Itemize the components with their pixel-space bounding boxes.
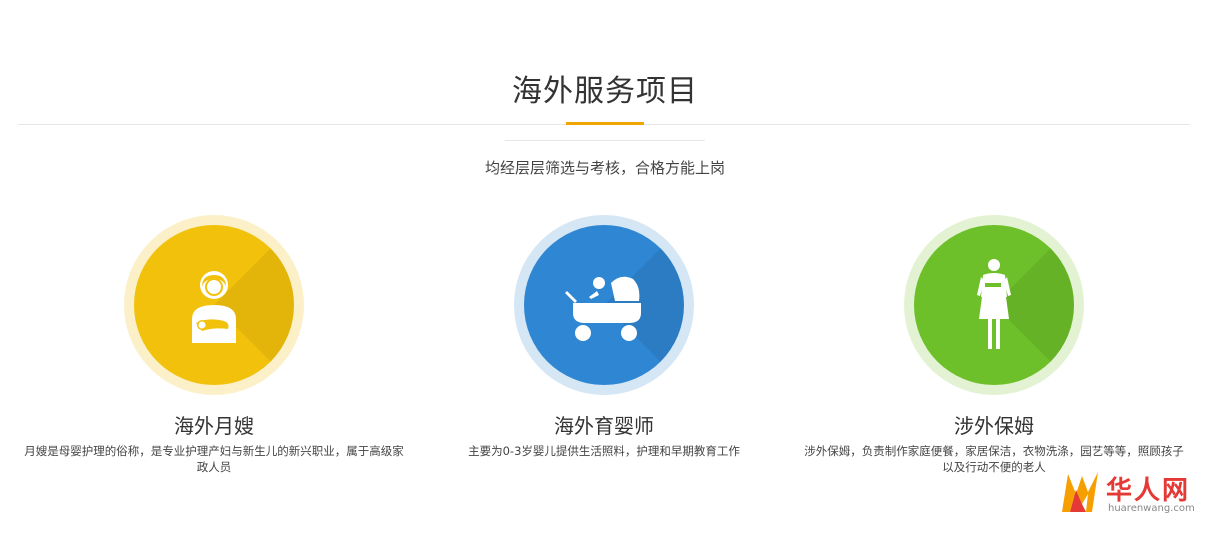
logo-name: 华人网 bbox=[1106, 476, 1191, 506]
service-icon-disc bbox=[524, 225, 684, 385]
housekeeper-icon bbox=[977, 259, 1011, 349]
service-card-nursery-teacher[interactable]: 海外育婴师 主要为0-3岁婴儿提供生活照料，护理和早期教育工作 bbox=[404, 215, 804, 459]
service-icon-disc bbox=[134, 225, 294, 385]
service-title: 海外月嫂 bbox=[174, 414, 254, 438]
logo-mark-icon bbox=[1062, 472, 1098, 512]
service-title: 海外育婴师 bbox=[554, 414, 654, 438]
service-card-maternity-nanny[interactable]: 海外月嫂 月嫂是母婴护理的俗称，是专业护理产妇与新生儿的新兴职业，属于高级家政人… bbox=[14, 215, 414, 475]
service-icon-ring bbox=[904, 215, 1084, 395]
subtitle-divider bbox=[505, 140, 705, 141]
service-description: 主要为0-3岁婴儿提供生活照料，护理和早期教育工作 bbox=[468, 444, 740, 458]
service-icon-ring bbox=[514, 215, 694, 395]
section-title: 海外服务项目 bbox=[512, 74, 698, 109]
service-card-housekeeper[interactable]: 涉外保姆 涉外保姆，负责制作家庭便餐，家居保洁，衣物洗涤，园艺等等，照顾孩子以及… bbox=[794, 215, 1194, 475]
mother-baby-icon bbox=[192, 271, 236, 343]
service-title: 涉外保姆 bbox=[954, 414, 1034, 438]
section-subtitle: 均经层层筛选与考核，合格方能上岗 bbox=[484, 159, 725, 177]
baby-stroller-icon bbox=[565, 276, 641, 341]
service-icon-disc bbox=[914, 225, 1074, 385]
huarenwang-logo: 华人网 huarenwang.com bbox=[1058, 468, 1198, 518]
service-description: 月嫂是母婴护理的俗称，是专业护理产妇与新生儿的新兴职业，属于高级家政人员 bbox=[24, 444, 404, 474]
logo-url: huarenwang.com bbox=[1108, 503, 1195, 514]
service-icon-ring bbox=[124, 215, 304, 395]
title-accent-bar bbox=[566, 122, 644, 125]
